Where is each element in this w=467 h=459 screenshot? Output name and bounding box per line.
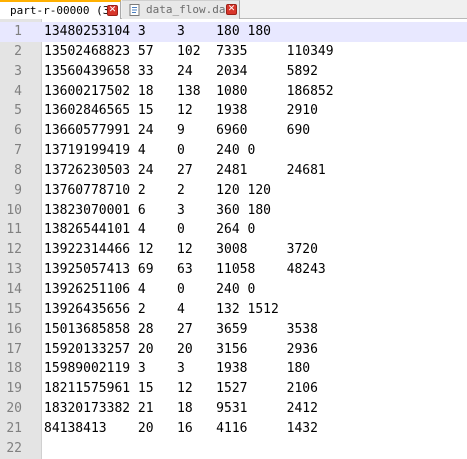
line-text[interactable]: 15013685858 28 27 3659 3538: [44, 320, 318, 340]
editor-line[interactable]: 20 18320173382 21 18 9531 2412: [0, 399, 467, 419]
editor-line[interactable]: 1 13480253104 3 3 180 180: [0, 22, 467, 42]
line-text[interactable]: 15920133257 20 20 3156 2936: [44, 340, 318, 360]
line-text[interactable]: 13502468823 57 102 7335 110349: [44, 42, 334, 62]
tab-label: part-r-00000 (3): [10, 4, 116, 17]
editor-line[interactable]: 2 13502468823 57 102 7335 110349: [0, 42, 467, 62]
line-number: 1: [14, 24, 22, 39]
notepad-window: part-r-00000 (3) ✕ data_flow.dat ✕ 1 1348…: [0, 0, 467, 459]
line-number: 7: [14, 143, 22, 159]
line-number: 8: [14, 162, 22, 178]
line-number: 6: [14, 123, 22, 139]
line-number: 10: [6, 202, 22, 218]
line-text[interactable]: 84138413 20 16 4116 1432: [44, 419, 318, 439]
line-text[interactable]: 13719199419 4 0 240 0: [44, 141, 255, 161]
line-text[interactable]: 13602846565 15 12 1938 2910: [44, 101, 318, 121]
line-number: 9: [14, 182, 22, 198]
line-text[interactable]: 13922314466 12 12 3008 3720: [44, 240, 318, 260]
line-number: 3: [14, 63, 22, 79]
line-number: 11: [6, 222, 22, 238]
tab-bar: part-r-00000 (3) ✕ data_flow.dat ✕: [0, 0, 467, 19]
close-tab-button[interactable]: ✕: [107, 5, 118, 16]
editor-line[interactable]: 22: [0, 439, 467, 459]
line-number: 2: [14, 43, 22, 59]
line-number: 18: [6, 361, 22, 377]
line-text[interactable]: 13926251106 4 0 240 0: [44, 280, 255, 300]
editor-line[interactable]: 12 13922314466 12 12 3008 3720: [0, 240, 467, 260]
line-number: 17: [6, 341, 22, 357]
line-number: 20: [6, 401, 22, 417]
line-number: 21: [6, 420, 22, 436]
tab-part-r-00000[interactable]: part-r-00000 (3) ✕: [0, 0, 121, 19]
editor-line[interactable]: 16 15013685858 28 27 3659 3538: [0, 320, 467, 340]
line-number: 15: [6, 301, 22, 317]
tab-label: data_flow.dat: [146, 3, 233, 16]
line-number: 16: [6, 321, 22, 337]
line-text[interactable]: 13480253104 3 3 180 180: [44, 22, 271, 42]
file-icon: [129, 4, 140, 16]
editor-line[interactable]: 11 13826544101 4 0 264 0: [0, 220, 467, 240]
editor-line[interactable]: 21 84138413 20 16 4116 1432: [0, 419, 467, 439]
line-text[interactable]: 13925057413 69 63 11058 48243: [44, 260, 326, 280]
editor-line[interactable]: 19 18211575961 15 12 1527 2106: [0, 379, 467, 399]
editor-line[interactable]: 9 13760778710 2 2 120 120: [0, 181, 467, 201]
editor-line[interactable]: 17 15920133257 20 20 3156 2936: [0, 340, 467, 360]
editor-line[interactable]: 6 13660577991 24 9 6960 690: [0, 121, 467, 141]
line-number: 5: [14, 103, 22, 119]
line-number: 4: [14, 83, 22, 99]
editor-line[interactable]: 7 13719199419 4 0 240 0: [0, 141, 467, 161]
line-text[interactable]: 13660577991 24 9 6960 690: [44, 121, 310, 141]
editor-line[interactable]: 15 13926435656 2 4 132 1512: [0, 300, 467, 320]
line-text[interactable]: 13823070001 6 3 360 180: [44, 201, 271, 221]
text-editor[interactable]: 1 13480253104 3 3 180 180 2 13502468823 57 …: [0, 19, 467, 459]
editor-lines: 1 13480253104 3 3 180 180 2 13502468823 57 …: [0, 22, 467, 459]
line-number: 22: [6, 440, 22, 456]
line-text[interactable]: 13726230503 24 27 2481 24681: [44, 161, 326, 181]
editor-line[interactable]: 18 15989002119 3 3 1938 180: [0, 359, 467, 379]
editor-line[interactable]: 13 13925057413 69 63 11058 48243: [0, 260, 467, 280]
line-text[interactable]: 13560439658 33 24 2034 5892: [44, 62, 318, 82]
line-text[interactable]: 13600217502 18 138 1080 186852: [44, 82, 334, 102]
editor-line[interactable]: 5 13602846565 15 12 1938 2910: [0, 101, 467, 121]
line-text[interactable]: 13926435656 2 4 132 1512: [44, 300, 279, 320]
line-number: 13: [6, 262, 22, 278]
close-tab-button[interactable]: ✕: [226, 4, 237, 15]
line-text[interactable]: 18320173382 21 18 9531 2412: [44, 399, 318, 419]
tab-data-flow[interactable]: data_flow.dat ✕: [122, 0, 240, 19]
line-number: 19: [6, 381, 22, 397]
editor-line[interactable]: 8 13726230503 24 27 2481 24681: [0, 161, 467, 181]
editor-line[interactable]: 3 13560439658 33 24 2034 5892: [0, 62, 467, 82]
editor-line[interactable]: 4 13600217502 18 138 1080 186852: [0, 82, 467, 102]
line-text[interactable]: 18211575961 15 12 1527 2106: [44, 379, 318, 399]
editor-line[interactable]: 14 13926251106 4 0 240 0: [0, 280, 467, 300]
line-text[interactable]: 13826544101 4 0 264 0: [44, 220, 255, 240]
line-number: 14: [6, 281, 22, 297]
line-number: 12: [6, 242, 22, 258]
line-text[interactable]: 13760778710 2 2 120 120: [44, 181, 271, 201]
editor-line[interactable]: 10 13823070001 6 3 360 180: [0, 201, 467, 221]
line-text[interactable]: 15989002119 3 3 1938 180: [44, 359, 310, 379]
